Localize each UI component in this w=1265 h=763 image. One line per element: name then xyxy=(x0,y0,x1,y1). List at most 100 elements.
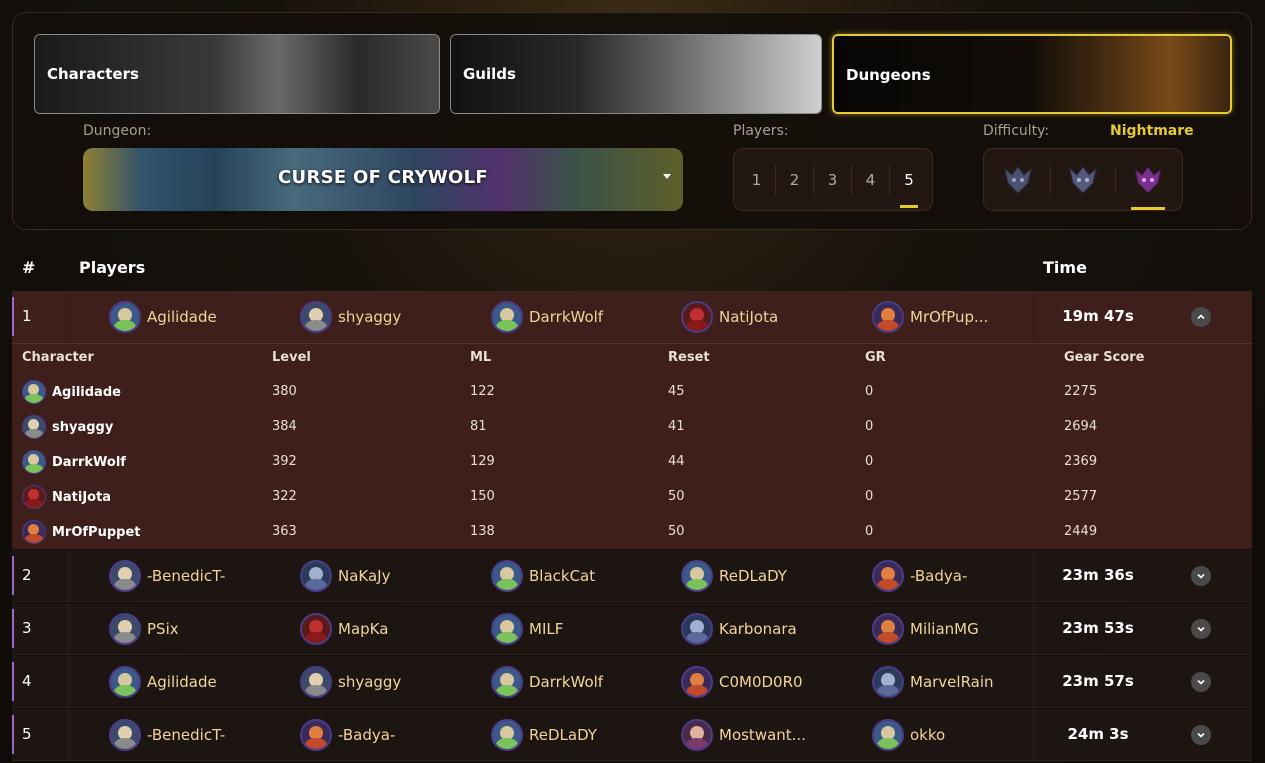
players-option-5[interactable]: 5 xyxy=(890,165,928,208)
players-option-1[interactable]: 1 xyxy=(738,164,777,195)
detail-gear-score: 2275 xyxy=(1064,384,1098,399)
chevron-down-icon xyxy=(1197,573,1205,579)
table-row[interactable]: 4 Agilidade shyaggy DarrkWolf C0M0D0R0 M… xyxy=(12,656,1252,708)
player-name: MilianMG xyxy=(910,620,979,638)
player-name: ReDLaDY xyxy=(719,567,787,585)
dungeon-value: CURSE OF CRYWOLF xyxy=(278,167,488,188)
detail-reset: 41 xyxy=(668,419,685,434)
player-entry[interactable]: MarvelRain xyxy=(872,666,994,698)
detail-level: 384 xyxy=(272,419,297,434)
detail-character[interactable]: MrOfPuppet xyxy=(22,520,140,544)
player-entry[interactable]: MILF xyxy=(491,613,563,645)
player-name: DarrkWolf xyxy=(529,308,604,326)
detail-character[interactable]: DarrkWolf xyxy=(22,450,126,474)
player-entry[interactable]: okko xyxy=(872,719,945,751)
avatar xyxy=(109,666,141,698)
detail-reset: 50 xyxy=(668,489,685,504)
player-entry[interactable]: DarrkWolf xyxy=(491,301,603,333)
detail-level: 322 xyxy=(272,489,297,504)
chevron-down-icon xyxy=(1197,679,1205,685)
avatar xyxy=(300,613,332,645)
player-name: shyaggy xyxy=(338,673,402,691)
avatar xyxy=(872,719,904,751)
row-time: 19m 47s xyxy=(1062,307,1134,325)
player-name: MILF xyxy=(529,620,564,638)
divider xyxy=(1050,165,1052,194)
player-entry[interactable]: shyaggy xyxy=(300,301,401,333)
player-name: ReDLaDY xyxy=(529,726,597,744)
detail-gear-score: 2577 xyxy=(1064,489,1098,504)
player-entry[interactable]: ReDLaDY xyxy=(681,560,787,592)
player-entry[interactable]: NaKaJy xyxy=(300,560,390,592)
table-row[interactable]: 2 -BenedicT- NaKaJy BlackCat ReDLaDY -Ba… xyxy=(12,550,1252,602)
player-entry[interactable]: Agilidade xyxy=(109,301,217,333)
expand-button[interactable] xyxy=(1191,619,1211,639)
player-name: PSix xyxy=(147,620,179,638)
avatar xyxy=(109,560,141,592)
tab-dungeons-label: Dungeons xyxy=(846,66,931,84)
player-entry[interactable]: MilianMG xyxy=(872,613,979,645)
player-entry[interactable]: Karbonara xyxy=(681,613,797,645)
difficulty-option-hard[interactable] xyxy=(1058,160,1108,200)
tab-characters[interactable]: Characters xyxy=(34,34,440,114)
player-entry[interactable]: -Badya- xyxy=(872,560,967,592)
row-stripe xyxy=(12,715,14,754)
expand-button[interactable] xyxy=(1191,725,1211,745)
difficulty-option-normal[interactable] xyxy=(993,160,1043,200)
tab-guilds[interactable]: Guilds xyxy=(450,34,822,114)
player-entry[interactable]: -Badya- xyxy=(300,719,395,751)
avatar xyxy=(872,666,904,698)
expand-button[interactable] xyxy=(1191,672,1211,692)
player-entry[interactable]: shyaggy xyxy=(300,666,401,698)
detail-character[interactable]: NatiJota xyxy=(22,485,111,509)
row-stripe xyxy=(12,297,14,336)
detail-header-reset: Reset xyxy=(668,350,710,365)
row-rank: 4 xyxy=(22,672,32,690)
player-entry[interactable]: PSix xyxy=(109,613,179,645)
player-name: Karbonara xyxy=(719,620,797,638)
expand-button[interactable] xyxy=(1191,566,1211,586)
player-entry[interactable]: Mostwant... xyxy=(681,719,806,751)
player-entry[interactable]: DarrkWolf xyxy=(491,666,603,698)
detail-header-character: Character xyxy=(22,350,94,365)
tab-dungeons[interactable]: Dungeons xyxy=(832,34,1232,114)
avatar xyxy=(872,301,904,333)
divider xyxy=(1114,165,1116,194)
table-row[interactable]: 1 Agilidade shyaggy DarrkWolf NatiJota M… xyxy=(12,291,1252,343)
difficulty-option-nightmare[interactable] xyxy=(1123,160,1173,210)
filter-panel: Characters Guilds Dungeons Dungeon: CURS… xyxy=(12,12,1252,230)
collapse-button[interactable] xyxy=(1191,307,1211,327)
detail-ml: 129 xyxy=(470,454,495,469)
row-stripe xyxy=(12,662,14,701)
player-entry[interactable]: -BenedicT- xyxy=(109,719,225,751)
player-entry[interactable]: Agilidade xyxy=(109,666,217,698)
player-name: -Badya- xyxy=(338,726,396,744)
dungeon-select[interactable]: CURSE OF CRYWOLF xyxy=(83,148,683,211)
player-entry[interactable]: NatiJota xyxy=(681,301,778,333)
table-row[interactable]: 3 PSix MapKa MILF Karbonara MilianMG 23m… xyxy=(12,603,1252,655)
detail-ml: 150 xyxy=(470,489,495,504)
demon-normal-icon xyxy=(1004,165,1033,194)
detail-gr: 0 xyxy=(865,419,874,434)
table-row[interactable]: 5 -BenedicT- -Badya- ReDLaDY Mostwant...… xyxy=(12,709,1252,761)
detail-gr: 0 xyxy=(865,454,874,469)
avatar xyxy=(681,613,713,645)
detail-character[interactable]: Agilidade xyxy=(22,380,121,404)
player-entry[interactable]: BlackCat xyxy=(491,560,595,592)
detail-level: 392 xyxy=(272,454,297,469)
row-rank: 2 xyxy=(22,566,32,584)
player-name: NaKaJy xyxy=(338,567,391,585)
player-name: MrOfPup... xyxy=(910,308,989,326)
player-entry[interactable]: -BenedicT- xyxy=(109,560,225,592)
detail-character[interactable]: shyaggy xyxy=(22,415,113,439)
avatar xyxy=(300,301,332,333)
player-entry[interactable]: MapKa xyxy=(300,613,388,645)
players-option-2[interactable]: 2 xyxy=(776,164,815,195)
player-entry[interactable]: C0M0D0R0 xyxy=(681,666,803,698)
difficulty-label: Difficulty: xyxy=(983,123,1050,139)
player-entry[interactable]: MrOfPup... xyxy=(872,301,988,333)
players-option-3[interactable]: 3 xyxy=(814,164,853,195)
player-name: Agilidade xyxy=(147,673,217,691)
players-option-4[interactable]: 4 xyxy=(852,164,891,195)
player-entry[interactable]: ReDLaDY xyxy=(491,719,597,751)
